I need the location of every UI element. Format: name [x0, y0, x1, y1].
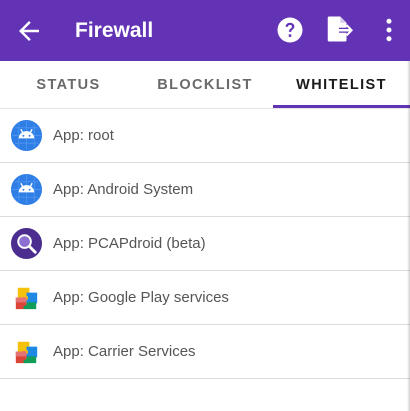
app-name: App: Carrier Services: [53, 343, 196, 360]
app-name: App: Google Play services: [53, 289, 229, 306]
app-bar: Firewall: [0, 0, 410, 61]
list-item[interactable]: App: Google Play services: [0, 271, 410, 325]
app-name: App: PCAPdroid (beta): [53, 235, 206, 252]
android-icon: [10, 119, 43, 152]
app-name: App: root: [53, 127, 114, 144]
export-icon[interactable]: [324, 14, 354, 44]
tab-blocklist[interactable]: BLOCKLIST: [137, 61, 273, 109]
list-item[interactable]: App: root: [0, 109, 410, 163]
whitelist-list: App: root App: Android System App: PCAPd…: [0, 109, 410, 379]
tab-indicator: [273, 105, 410, 108]
tab-whitelist[interactable]: WHITELIST: [273, 61, 410, 109]
help-icon[interactable]: [275, 15, 305, 45]
pcapdroid-icon: [10, 227, 43, 260]
app-name: App: Android System: [53, 181, 194, 198]
play-services-icon: [15, 341, 38, 364]
list-item[interactable]: App: Carrier Services: [0, 325, 410, 379]
list-item[interactable]: App: PCAPdroid (beta): [0, 217, 410, 271]
page-title: Firewall: [75, 19, 154, 42]
list-item[interactable]: App: Android System: [0, 163, 410, 217]
tab-status[interactable]: STATUS: [0, 61, 137, 109]
play-services-icon: [15, 287, 38, 310]
android-icon: [10, 173, 43, 206]
more-vertical-icon[interactable]: [374, 15, 404, 45]
tab-bar: STATUS BLOCKLIST WHITELIST: [0, 61, 410, 109]
back-arrow-icon[interactable]: [14, 16, 44, 46]
